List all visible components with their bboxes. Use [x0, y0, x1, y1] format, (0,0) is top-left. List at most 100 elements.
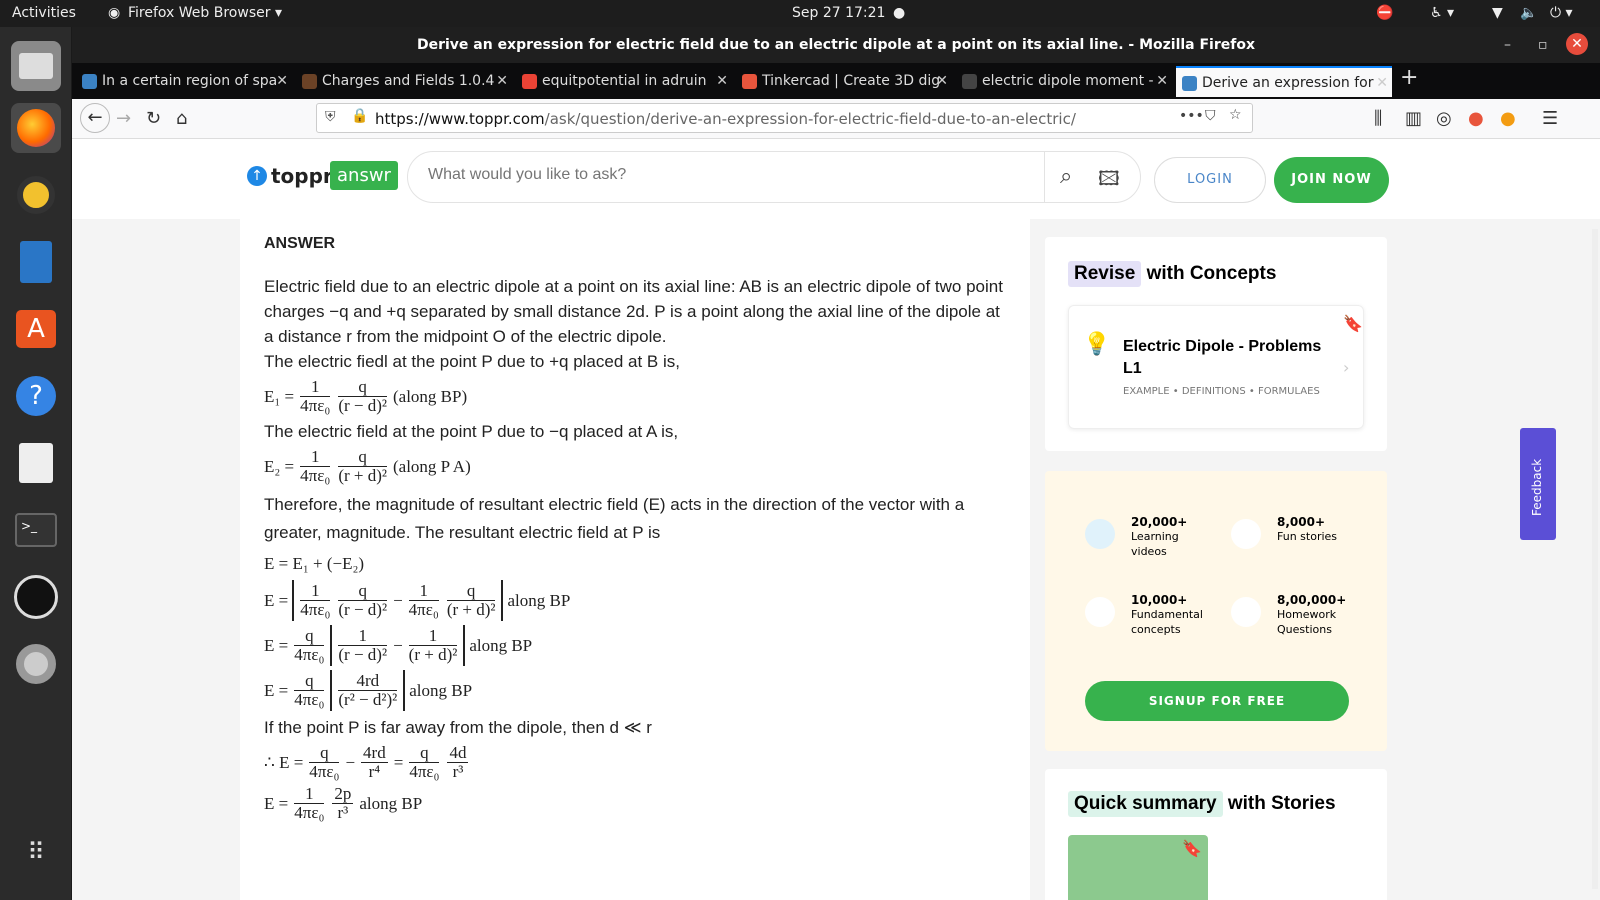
tab-favicon-icon — [742, 74, 757, 89]
scrollbar[interactable] — [1592, 229, 1598, 889]
revise-heading: with Concepts — [1146, 263, 1277, 284]
show-applications-icon[interactable]: ⠿ — [11, 827, 61, 877]
close-tab-icon[interactable]: ✕ — [936, 66, 948, 97]
bookmark-star-icon[interactable]: ☆ — [1229, 107, 1242, 123]
play-icon — [1085, 519, 1115, 549]
bulb-small-icon — [1085, 597, 1115, 627]
tab-3[interactable]: equitpotential in adruin ✕ — [516, 66, 732, 97]
accessibility-icon[interactable]: ♿ ▾ — [1430, 5, 1454, 21]
story-thumbnail[interactable]: 🔖 — [1068, 835, 1208, 900]
account-icon[interactable]: ◎ — [1436, 108, 1452, 129]
back-button[interactable]: ← — [80, 103, 110, 133]
close-tab-icon[interactable]: ✕ — [716, 66, 728, 97]
close-tab-icon[interactable]: ✕ — [496, 66, 508, 97]
reload-button[interactable]: ↻ — [146, 108, 161, 129]
maximize-button[interactable]: ▫ — [1538, 27, 1548, 63]
stories-panel: Quick summary with Stories 🔖 — [1045, 769, 1387, 900]
eq-suffix: along BP — [359, 794, 423, 813]
tab-5[interactable]: electric dipole moment - ✕ — [956, 66, 1172, 97]
document-viewer-icon[interactable] — [11, 438, 61, 488]
stat-item: 8,000+ Fun stories — [1231, 515, 1361, 549]
shield-icon[interactable]: ⛨ — [325, 109, 336, 125]
answer-card: ANSWER Electric field due to an electric… — [240, 219, 1030, 900]
libreoffice-writer-icon[interactable] — [11, 237, 61, 287]
bookmark-icon[interactable]: 🔖 — [1343, 314, 1363, 333]
power-icon[interactable]: ⏻ ▾ — [1550, 5, 1573, 21]
terminal-icon[interactable]: >_ — [11, 505, 61, 555]
menu-icon[interactable]: ☰ — [1542, 108, 1558, 129]
system-top-bar: Activities ◉ Firefox Web Browser ▾ Sep 2… — [0, 0, 1600, 27]
files-icon[interactable] — [11, 41, 61, 91]
extension-icon[interactable]: ● — [1468, 108, 1484, 129]
url-host: https://www.toppr.com — [375, 110, 545, 128]
fraction: q (r − d)² — [338, 377, 387, 415]
concept-title[interactable]: Electric Dipole - Problems L1 — [1123, 336, 1333, 380]
toppr-logo-icon[interactable]: ↑ — [247, 166, 267, 186]
stat-label: Homework Questions — [1277, 608, 1337, 636]
equation-e8: E = 1 4πε₀ 2p r³ along BP — [264, 784, 423, 822]
fraction: 1 4πε₀ — [300, 377, 331, 415]
sidebar-icon[interactable]: ▥ — [1405, 108, 1422, 129]
software-center-icon[interactable]: A — [11, 304, 61, 354]
rhythmbox-icon[interactable] — [11, 170, 61, 220]
navigation-toolbar: ← → ↻ ⌂ ⛨ 🔒 https://www.toppr.com/ask/qu… — [72, 99, 1600, 139]
tab-6-active[interactable]: Derive an expression for ✕ — [1176, 66, 1392, 97]
summary-pill: Quick summary — [1068, 791, 1223, 817]
new-tab-button[interactable]: + — [1400, 65, 1418, 90]
tab-1[interactable]: In a certain region of spa ✕ — [76, 66, 292, 97]
clock[interactable]: Sep 27 17:21 — [792, 5, 885, 21]
close-tab-icon[interactable]: ✕ — [1376, 68, 1388, 97]
search-input[interactable] — [428, 166, 1008, 184]
stat-number: 8,000+ — [1277, 515, 1326, 529]
feedback-tab[interactable]: Feedback — [1520, 428, 1556, 540]
close-tab-icon[interactable]: ✕ — [1156, 66, 1168, 97]
url-bar[interactable]: ⛨ 🔒 https://www.toppr.com/ask/question/d… — [316, 103, 1253, 133]
obs-icon[interactable] — [11, 572, 61, 622]
bookmark-icon[interactable]: 🔖 — [1182, 839, 1202, 858]
info-extension-icon[interactable]: ● — [1500, 108, 1516, 129]
tab-2[interactable]: Charges and Fields 1.0.4 ✕ — [296, 66, 512, 97]
stat-label: Learning videos — [1131, 530, 1179, 558]
image-search-icon[interactable]: 🖾 — [1098, 164, 1120, 198]
pocket-icon[interactable]: ⛉ — [1205, 108, 1216, 124]
signup-button[interactable]: SIGNUP FOR FREE — [1085, 681, 1349, 721]
wifi-icon[interactable]: ▼ — [1492, 5, 1503, 21]
eq-suffix: along BP — [469, 636, 533, 655]
toppr-logo[interactable]: toppr — [271, 164, 333, 188]
login-button[interactable]: LOGIN — [1154, 157, 1266, 203]
home-button[interactable]: ⌂ — [176, 108, 187, 129]
minimize-button[interactable]: – — [1504, 27, 1511, 63]
activities-button[interactable]: Activities — [12, 5, 76, 21]
volume-icon[interactable]: 🔈 — [1520, 5, 1537, 21]
forward-button[interactable]: → — [116, 108, 131, 129]
tab-favicon-icon — [82, 74, 97, 89]
dvd-icon[interactable] — [11, 639, 61, 689]
equation-e7: ∴ E = q 4πε₀ − 4rd r⁴ = q 4πε₀ 4d r³ — [264, 743, 469, 781]
firefox-icon[interactable] — [11, 103, 61, 153]
page-viewport: ↑ toppr answr ⌕ 🖾 LOGIN JOIN NOW ANSWER … — [72, 139, 1600, 900]
concept-card[interactable]: 💡 Electric Dipole - Problems L1 EXAMPLE … — [1068, 305, 1364, 429]
tab-4[interactable]: Tinkercad | Create 3D dig ✕ — [736, 66, 952, 97]
search-icon[interactable]: ⌕ — [1060, 164, 1072, 189]
answer-paragraph: If the point P is far away from the dipo… — [264, 718, 652, 737]
join-now-button[interactable]: JOIN NOW — [1274, 157, 1389, 203]
app-menu[interactable]: Firefox Web Browser ▾ — [128, 5, 282, 21]
checklist-icon — [1231, 597, 1261, 627]
eq-suffix: (along P A) — [392, 457, 471, 476]
help-icon[interactable]: ? — [11, 371, 61, 421]
concepts-panel: Revise with Concepts 💡 Electric Dipole -… — [1045, 237, 1387, 451]
close-window-button[interactable]: ✕ — [1566, 33, 1588, 55]
fraction: 1 4πε₀ — [300, 447, 331, 485]
answr-badge[interactable]: answr — [330, 161, 398, 190]
do-not-disturb-icon[interactable]: ⛔ — [1376, 5, 1393, 21]
close-tab-icon[interactable]: ✕ — [276, 66, 288, 97]
window-title: Derive an expression for electric field … — [416, 37, 1255, 53]
chevron-right-icon[interactable]: › — [1343, 358, 1349, 377]
library-icon[interactable]: ⫼ — [1374, 108, 1382, 129]
tab-favicon-icon — [1182, 76, 1197, 91]
url-text[interactable]: https://www.toppr.com/ask/question/deriv… — [375, 110, 1076, 128]
lightbulb-icon: 💡 — [1083, 332, 1111, 357]
page-actions-icon[interactable]: ••• — [1179, 108, 1204, 124]
url-path: /ask/question/derive-an-expression-for-e… — [544, 110, 1076, 128]
lock-icon[interactable]: 🔒 — [351, 108, 368, 124]
